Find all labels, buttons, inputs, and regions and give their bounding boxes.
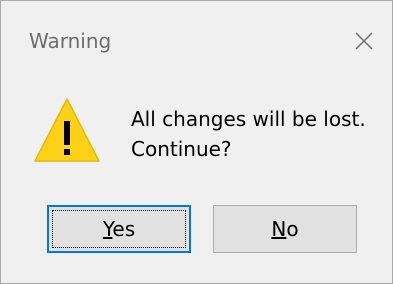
yes-mnemonic: Y <box>102 217 113 241</box>
window-title: Warning <box>29 29 112 53</box>
close-button[interactable] <box>344 23 384 59</box>
yes-button[interactable]: Yes <box>47 205 191 253</box>
warning-dialog: Warning All changes will be lost. Contin… <box>0 0 393 284</box>
message-line-1: All changes will be lost. <box>131 107 366 131</box>
no-label-rest: o <box>286 217 299 241</box>
title-bar[interactable]: Warning <box>1 1 392 81</box>
no-button-label: No <box>271 217 298 241</box>
message-text: All changes will be lost. Continue? <box>131 104 366 164</box>
yes-label-rest: es <box>112 217 136 241</box>
warning-icon <box>34 98 100 162</box>
no-mnemonic: N <box>271 217 287 241</box>
message-line-2: Continue? <box>131 137 232 161</box>
no-button[interactable]: No <box>213 205 357 253</box>
yes-button-label: Yes <box>103 217 135 241</box>
close-icon <box>355 32 373 50</box>
